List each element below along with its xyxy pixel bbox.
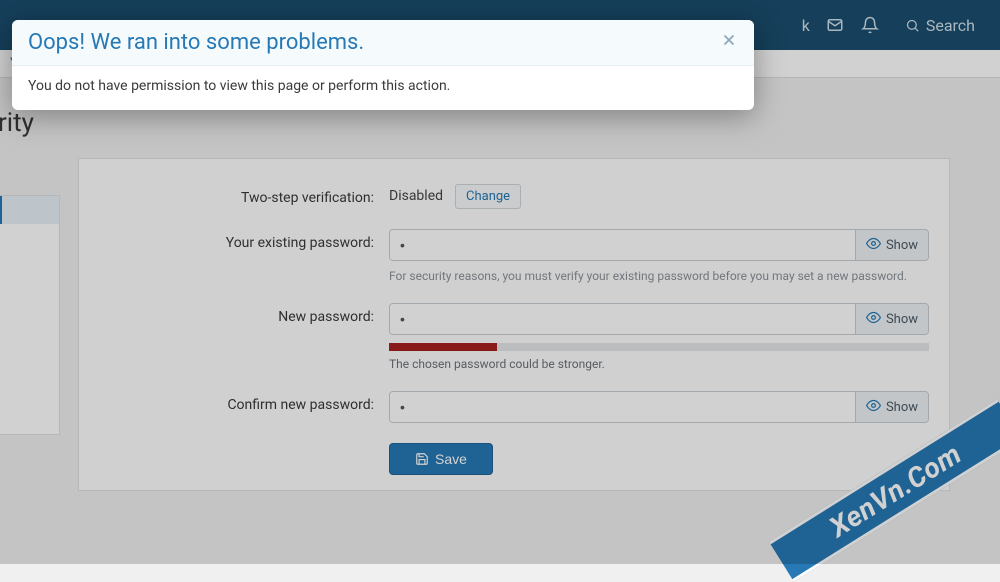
- close-icon: [720, 31, 738, 49]
- show-confirm-password[interactable]: Show: [855, 392, 928, 422]
- search-box[interactable]: Search: [895, 10, 985, 41]
- modal-title: Oops! We ran into some problems.: [28, 30, 364, 55]
- password-strength-text: The chosen password could be stronger.: [389, 357, 929, 371]
- nav-partial-text: k: [802, 16, 810, 35]
- confirm-password-input[interactable]: [390, 392, 855, 422]
- row-two-step: Two-step verification: Disabled Change: [79, 174, 929, 219]
- show-label: Show: [886, 238, 918, 253]
- sidebar-item-active[interactable]: [0, 196, 59, 224]
- security-form: Two-step verification: Disabled Change Y…: [78, 158, 950, 491]
- mail-icon[interactable]: [825, 16, 845, 34]
- existing-password-input[interactable]: [390, 230, 855, 260]
- modal-body: You do not have permission to view this …: [12, 66, 754, 110]
- password-strength-bar: [389, 343, 929, 351]
- two-step-label: Two-step verification:: [79, 184, 389, 206]
- two-step-status: Disabled: [389, 188, 443, 204]
- row-confirm-password: Confirm new password: Show: [79, 381, 929, 433]
- eye-icon: [866, 236, 881, 255]
- save-button[interactable]: Save: [389, 443, 493, 475]
- password-strength-fill: [389, 343, 497, 351]
- row-existing-password: Your existing password: Show For securit…: [79, 219, 929, 293]
- save-button-label: Save: [435, 451, 467, 467]
- search-label: Search: [926, 16, 975, 35]
- modal-close-button[interactable]: [720, 31, 738, 54]
- show-new-password[interactable]: Show: [855, 304, 928, 334]
- new-password-input[interactable]: [390, 304, 855, 334]
- error-modal: Oops! We ran into some problems. You do …: [12, 20, 754, 110]
- row-new-password: New password: Show The chosen password c…: [79, 293, 929, 381]
- change-button[interactable]: Change: [455, 184, 521, 209]
- show-label: Show: [886, 312, 918, 327]
- eye-icon: [866, 310, 881, 329]
- sidebar: [0, 195, 60, 435]
- show-existing-password[interactable]: Show: [855, 230, 928, 260]
- save-icon: [415, 452, 429, 466]
- existing-password-hint: For security reasons, you must verify yo…: [389, 269, 929, 283]
- eye-icon: [866, 398, 881, 417]
- existing-password-label: Your existing password:: [79, 229, 389, 251]
- new-password-label: New password:: [79, 303, 389, 325]
- bell-icon[interactable]: [860, 16, 880, 34]
- show-label: Show: [886, 400, 918, 415]
- confirm-password-label: Confirm new password:: [79, 391, 389, 413]
- search-icon: [905, 18, 920, 33]
